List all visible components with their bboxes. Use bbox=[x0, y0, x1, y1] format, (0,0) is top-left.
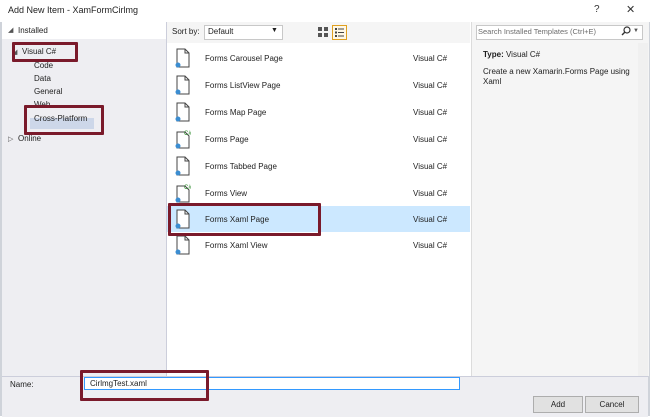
name-field-value: CirlmgTest.xaml bbox=[90, 379, 147, 388]
collapse-arrow-icon[interactable]: ◢ bbox=[12, 48, 17, 56]
list-item[interactable]: Forms Tabbed Page Visual C# bbox=[167, 153, 470, 179]
chevron-down-icon: ▼ bbox=[271, 27, 278, 34]
item-name: Forms Page bbox=[205, 135, 249, 144]
tree-item-general[interactable]: General bbox=[34, 87, 62, 96]
tree-item-web[interactable]: Web bbox=[34, 100, 50, 109]
template-list: Forms Carousel Page Visual C# Forms List… bbox=[167, 43, 470, 376]
item-type: Visual C# bbox=[413, 135, 448, 144]
expand-arrow-icon[interactable]: ▷ bbox=[8, 135, 13, 143]
item-name: Forms Carousel Page bbox=[205, 54, 283, 63]
search-icon[interactable] bbox=[621, 26, 631, 36]
forms-page-icon bbox=[175, 75, 190, 95]
tree-item-cross-platform[interactable]: Cross-Platform bbox=[34, 114, 87, 123]
forms-page-icon bbox=[175, 235, 190, 255]
tree-item-visual-csharp[interactable]: Visual C# bbox=[22, 47, 56, 56]
tree-item-data[interactable]: Data bbox=[34, 74, 51, 83]
list-view-button[interactable] bbox=[332, 25, 347, 40]
item-type: Visual C# bbox=[413, 81, 448, 90]
item-type: Visual C# bbox=[413, 215, 448, 224]
template-description: Create a new Xamarin.Forms Page using Xa… bbox=[483, 67, 630, 86]
cancel-button[interactable]: Cancel bbox=[585, 396, 639, 413]
type-label: Type: bbox=[483, 50, 504, 59]
forms-csharp-icon: C# bbox=[175, 131, 191, 149]
item-name: Forms Xaml Page bbox=[205, 215, 270, 224]
forms-page-icon bbox=[175, 48, 190, 68]
installed-header[interactable]: ◢ Installed bbox=[2, 22, 166, 39]
close-button[interactable]: ✕ bbox=[626, 3, 635, 16]
collapse-arrow-icon[interactable]: ◢ bbox=[8, 26, 13, 34]
list-item[interactable]: Forms Carousel Page Visual C# bbox=[167, 45, 470, 71]
forms-page-icon bbox=[175, 156, 190, 176]
name-label: Name: bbox=[10, 380, 34, 389]
svg-text:C#: C# bbox=[184, 131, 191, 137]
list-item-selected[interactable]: Forms Xaml Page Visual C# bbox=[167, 206, 470, 232]
forms-csharp-icon: C# bbox=[175, 185, 191, 203]
tree-item-online[interactable]: Online bbox=[18, 134, 41, 143]
tree-item-code[interactable]: Code bbox=[34, 61, 53, 70]
list-item[interactable]: Forms Xaml View Visual C# bbox=[167, 232, 470, 258]
item-name: Forms ListView Page bbox=[205, 81, 281, 90]
item-name: Forms Tabbed Page bbox=[205, 162, 277, 171]
sort-label: Sort by: bbox=[172, 27, 200, 36]
list-item[interactable]: Forms ListView Page Visual C# bbox=[167, 72, 470, 98]
sort-toolbar: Sort by: Default ▼ bbox=[167, 22, 470, 44]
search-placeholder: Search Installed Templates (Ctrl+E) bbox=[478, 27, 597, 36]
item-name: Forms Map Page bbox=[205, 108, 267, 117]
template-tree: ◢ Installed ◢ Visual C# Code Data Genera… bbox=[2, 22, 167, 376]
grid-view-icon[interactable] bbox=[317, 26, 329, 38]
type-value: Visual C# bbox=[505, 50, 541, 59]
tree-item-installed[interactable]: Installed bbox=[18, 26, 48, 35]
template-type: Type: Visual C# bbox=[483, 50, 540, 59]
item-type: Visual C# bbox=[413, 162, 448, 171]
list-item[interactable]: C# Forms Page Visual C# bbox=[167, 126, 470, 152]
help-button[interactable]: ? bbox=[594, 4, 600, 15]
forms-page-icon bbox=[175, 102, 190, 122]
list-view-icon bbox=[335, 28, 344, 37]
svg-text:C#: C# bbox=[184, 185, 191, 191]
item-type: Visual C# bbox=[413, 189, 448, 198]
list-item[interactable]: C# Forms View Visual C# bbox=[167, 180, 470, 206]
add-button[interactable]: Add bbox=[533, 396, 583, 413]
item-type: Visual C# bbox=[413, 241, 448, 250]
item-type: Visual C# bbox=[413, 54, 448, 63]
list-item[interactable]: Forms Map Page Visual C# bbox=[167, 99, 470, 125]
scrollbar[interactable] bbox=[638, 43, 648, 376]
window-title: Add New Item - XamFormCirlmg bbox=[8, 5, 139, 15]
chevron-down-icon[interactable]: ▼ bbox=[633, 28, 639, 34]
item-name: Forms View bbox=[205, 189, 248, 198]
forms-page-icon bbox=[175, 209, 190, 229]
sort-dropdown-value: Default bbox=[208, 27, 234, 36]
item-name: Forms Xaml View bbox=[205, 241, 268, 250]
item-type: Visual C# bbox=[413, 108, 448, 117]
